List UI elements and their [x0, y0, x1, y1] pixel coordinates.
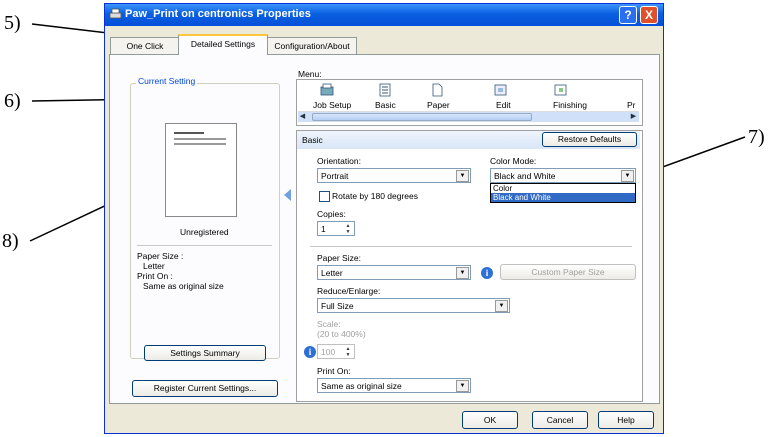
callout-8: 8) [2, 230, 19, 252]
orientation-select[interactable]: Portrait ▼ [317, 168, 471, 183]
reduce-enlarge-label: Reduce/Enlarge: [317, 286, 381, 296]
callout-7: 7) [748, 126, 765, 148]
current-setting-title: Current Setting [136, 76, 198, 86]
divider [310, 246, 632, 247]
finishing-icon [554, 84, 567, 96]
copies-stepper[interactable]: 1 ▲ ▼ [317, 221, 355, 236]
paper-size-summary-label: Paper Size : [137, 251, 184, 261]
scale-label: Scale: [317, 319, 341, 329]
menu-scrollbar[interactable]: ◀ ▶ [298, 111, 639, 122]
color-mode-select[interactable]: Black and White ▼ [490, 168, 636, 183]
window-title: Paw_Print on centronics Properties [125, 8, 311, 20]
menu-item-print[interactable]: Pr [627, 100, 636, 110]
color-mode-value: Black and White [494, 171, 556, 181]
menu-item-basic[interactable]: Basic [375, 100, 396, 110]
title-bar: Paw_Print on centronics Properties ? X [105, 4, 663, 26]
job-setup-icon [320, 83, 334, 96]
copies-label: Copies: [317, 209, 346, 219]
menu-item-job-setup[interactable]: Job Setup [313, 100, 351, 110]
reduce-enlarge-value: Full Size [321, 301, 354, 311]
print-on-value: Same as original size [321, 381, 402, 391]
menu-item-edit[interactable]: Edit [496, 100, 511, 110]
paper-icon [432, 83, 443, 97]
spin-arrows-icon[interactable]: ▲ ▼ [343, 346, 353, 358]
restore-defaults-button[interactable]: Restore Defaults [542, 132, 637, 147]
reduce-enlarge-select[interactable]: Full Size ▼ [317, 298, 510, 313]
scale-range: (20 to 400%) [317, 329, 366, 339]
register-current-settings-button[interactable]: Register Current Settings... [132, 380, 278, 397]
edit-icon [494, 84, 507, 96]
callout-6: 6) [4, 90, 21, 112]
help-button[interactable]: Help [598, 411, 654, 429]
scale-stepper[interactable]: 100 ▲ ▼ [317, 344, 355, 359]
chevron-down-icon[interactable]: ▼ [456, 267, 469, 279]
basic-header: Basic Restore Defaults [297, 131, 640, 149]
custom-paper-size-button[interactable]: Custom Paper Size [500, 264, 636, 280]
properties-window: Paw_Print on centronics Properties ? X O… [104, 3, 664, 434]
orientation-value: Portrait [321, 171, 349, 181]
color-mode-option-black-white[interactable]: Black and White [491, 193, 635, 202]
color-mode-dropdown: Color Black and White [490, 183, 636, 203]
page-preview [165, 123, 237, 217]
menu-item-paper[interactable]: Paper [427, 100, 450, 110]
scale-value: 100 [321, 347, 336, 357]
print-on-summary-label: Print On : [137, 271, 173, 281]
tab-one-click-presets[interactable]: One Click Presets [110, 37, 180, 67]
basic-title: Basic [302, 135, 323, 145]
callout-5: 5) [4, 12, 21, 34]
tab-panel: Current Setting Unregistered Paper Size … [109, 54, 660, 404]
scroll-thumb[interactable] [312, 113, 532, 121]
collapse-arrow-icon[interactable] [284, 189, 291, 201]
tab-detailed-settings[interactable]: Detailed Settings [178, 34, 268, 55]
help-title-button[interactable]: ? [619, 6, 637, 24]
rotate-label: Rotate by 180 degrees [332, 191, 419, 201]
print-on-label: Print On: [317, 366, 351, 376]
paper-size-value: Letter [321, 268, 343, 278]
info-icon[interactable]: i [481, 267, 493, 279]
print-on-select[interactable]: Same as original size ▼ [317, 378, 471, 393]
ok-button[interactable]: OK [462, 411, 518, 429]
chevron-down-icon[interactable]: ▼ [456, 170, 469, 182]
menu-label: Menu: [298, 69, 322, 79]
color-mode-label: Color Mode: [490, 156, 537, 166]
copies-value: 1 [321, 224, 326, 234]
scroll-right-icon[interactable]: ▶ [629, 112, 638, 122]
color-mode-option-color[interactable]: Color [491, 184, 635, 193]
orientation-label: Orientation: [317, 156, 361, 166]
settings-summary-button[interactable]: Settings Summary [144, 345, 266, 361]
paper-size-summary-value: Letter [143, 261, 165, 271]
chevron-down-icon[interactable]: ▼ [621, 170, 634, 182]
tab-configuration-about[interactable]: Configuration/About [267, 37, 357, 54]
preview-label: Unregistered [180, 227, 229, 237]
info-icon[interactable]: i [304, 346, 316, 358]
basic-icon [379, 83, 391, 97]
paper-size-select[interactable]: Letter ▼ [317, 265, 471, 280]
spin-arrows-icon[interactable]: ▲ ▼ [343, 223, 353, 235]
printer-icon [109, 8, 122, 19]
menu-item-finishing[interactable]: Finishing [553, 100, 587, 110]
chevron-down-icon[interactable]: ▼ [456, 380, 469, 392]
print-on-summary-value: Same as original size [143, 281, 224, 291]
scroll-left-icon[interactable]: ◀ [298, 112, 307, 122]
menu-ribbon: Job Setup Basic Paper Edit Finishing Pr … [296, 79, 643, 126]
rotate-checkbox[interactable] [319, 191, 330, 202]
paper-size-label: Paper Size: [317, 253, 361, 263]
divider [137, 245, 272, 246]
chevron-down-icon[interactable]: ▼ [495, 300, 508, 312]
cancel-button[interactable]: Cancel [532, 411, 588, 429]
close-button[interactable]: X [640, 6, 658, 24]
